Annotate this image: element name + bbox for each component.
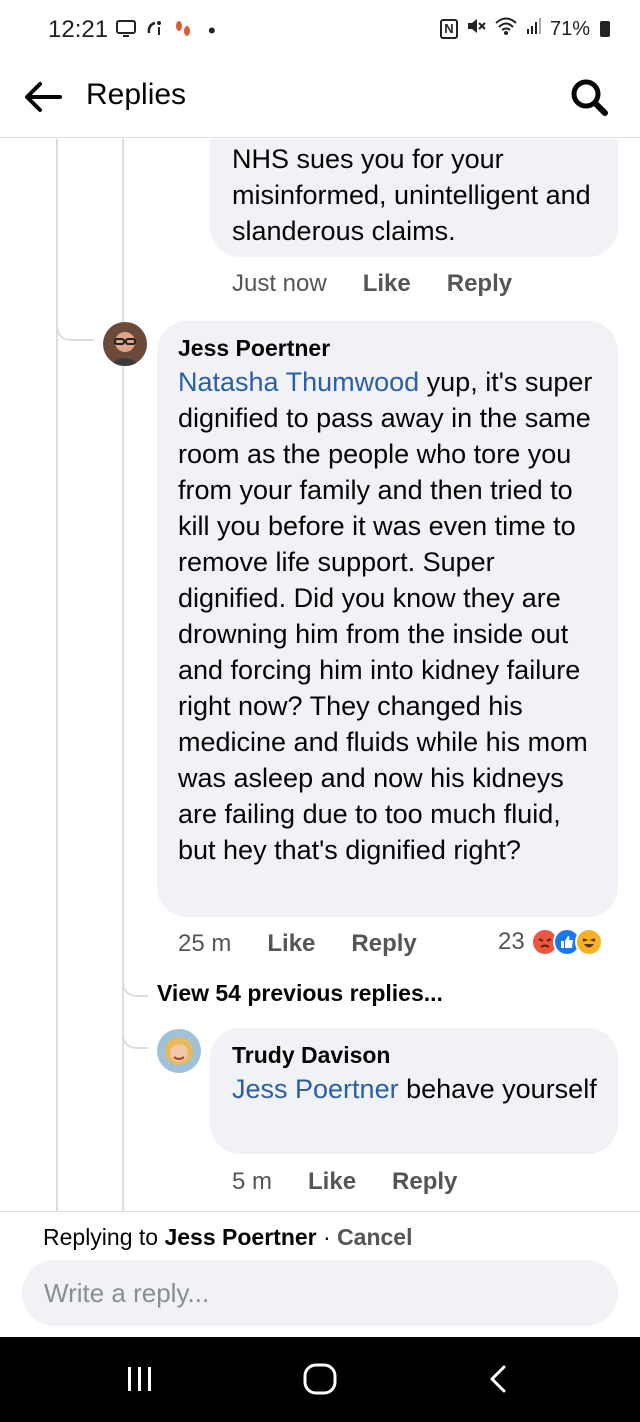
comment-text: behave yourself: [398, 1074, 597, 1104]
status-bar: 12:21 • N 71%: [0, 0, 640, 60]
battery-icon: [600, 21, 610, 37]
home-button[interactable]: [298, 1359, 342, 1399]
comment-time: 5 m: [232, 1168, 273, 1195]
back-chevron-icon: [490, 1365, 506, 1393]
comment-actions: 25 m Like Reply: [178, 930, 453, 958]
system-nav-bar: [0, 1337, 640, 1422]
missed-call-icon: [146, 19, 164, 44]
thread-line: [122, 139, 124, 1211]
comment-time: Just now: [232, 270, 327, 297]
reply-button[interactable]: Reply: [447, 270, 512, 298]
comment-bubble: Trudy Davison Jess Poertner behave yours…: [210, 1028, 618, 1154]
back-nav-button[interactable]: [478, 1359, 522, 1399]
comment-bubble: NHS sues you for your misinformed, unint…: [210, 139, 618, 257]
like-button[interactable]: Like: [308, 1168, 356, 1196]
replying-to-name: Jess Poertner: [164, 1224, 317, 1250]
thread-connector: [56, 299, 94, 341]
recent-apps-button[interactable]: [118, 1359, 162, 1399]
avatar[interactable]: [157, 1029, 201, 1073]
search-button[interactable]: [568, 76, 610, 118]
view-previous-replies[interactable]: View 54 previous replies...: [157, 980, 443, 1007]
mention-link[interactable]: Jess Poertner: [232, 1074, 399, 1104]
comment-actions: Just now Like Reply: [232, 270, 548, 298]
comment-author[interactable]: Trudy Davison: [232, 1042, 600, 1069]
replying-to-bar: Replying to Jess Poertner · Cancel: [43, 1224, 413, 1251]
screen-icon: [116, 19, 136, 43]
reply-button[interactable]: Reply: [392, 1168, 457, 1196]
reply-button[interactable]: Reply: [351, 930, 416, 958]
nfc-icon: N: [439, 19, 458, 39]
thread-connector: [122, 1027, 148, 1049]
mute-icon: [466, 16, 486, 42]
dot-icon: •: [208, 18, 216, 43]
back-button[interactable]: [22, 76, 64, 118]
comment-time: 25 m: [178, 930, 232, 957]
reply-thread[interactable]: NHS sues you for your misinformed, unint…: [0, 139, 640, 1211]
comment-text: yup, it's super dignified to pass away i…: [178, 367, 593, 865]
replying-prefix: Replying to: [43, 1224, 165, 1250]
like-button[interactable]: Like: [267, 930, 315, 958]
comment-body: Natasha Thumwood yup, it's super dignifi…: [178, 364, 600, 868]
reply-composer: Replying to Jess Poertner · Cancel: [0, 1211, 640, 1337]
comment-body: Jess Poertner behave yourself: [232, 1071, 600, 1107]
page-title: Replies: [86, 78, 187, 111]
app-header: Replies: [0, 60, 640, 138]
comment-actions: 5 m Like Reply: [232, 1168, 493, 1196]
home-icon: [303, 1363, 337, 1395]
search-icon: [571, 79, 608, 116]
avatar[interactable]: [103, 322, 147, 366]
like-button[interactable]: Like: [363, 270, 411, 298]
signal-icon: [526, 17, 542, 41]
footsteps-icon: [174, 19, 192, 44]
comment-bubble: Jess Poertner Natasha Thumwood yup, it's…: [157, 321, 618, 917]
battery-percent: 71%: [549, 17, 590, 40]
replying-separator: ·: [316, 1224, 338, 1250]
wifi-icon: [494, 16, 518, 42]
comment-author[interactable]: Jess Poertner: [178, 335, 600, 362]
status-time: 12:21: [48, 16, 109, 43]
mention-link[interactable]: Natasha Thumwood: [178, 367, 419, 397]
reply-input[interactable]: [22, 1260, 618, 1326]
haha-reaction-icon: [574, 928, 603, 956]
recent-apps-icon: [128, 1367, 151, 1391]
comment-text: NHS sues you for your misinformed, unint…: [232, 144, 591, 246]
reactions-summary[interactable]: 23: [498, 928, 603, 956]
thread-connector: [122, 975, 148, 997]
reaction-count: 23: [498, 928, 525, 955]
cancel-reply-button[interactable]: Cancel: [337, 1224, 412, 1250]
back-arrow-icon: [25, 82, 62, 112]
